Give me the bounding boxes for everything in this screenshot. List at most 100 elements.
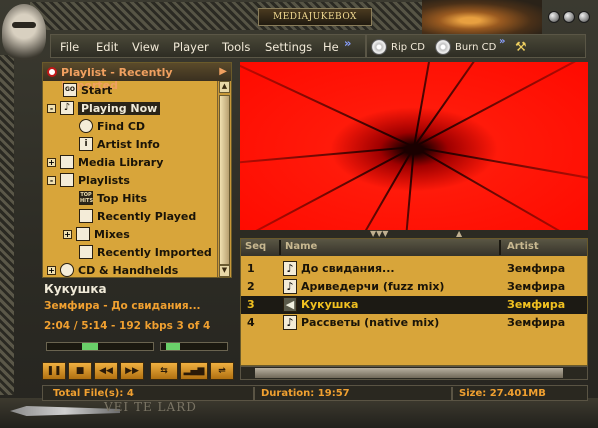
menu-player[interactable]: Player — [173, 40, 209, 54]
column-divider[interactable] — [279, 240, 281, 255]
status-size: Size: 27.401MB — [459, 388, 546, 399]
rip-cd-label: Rip CD — [391, 41, 425, 53]
shuffle-icon: ⇆ — [160, 366, 168, 376]
menu-more-chevron-icon[interactable]: » — [344, 36, 351, 50]
column-artist[interactable]: Artist — [507, 241, 539, 252]
scroll-up-arrow-icon[interactable]: ▲ — [219, 81, 230, 93]
tree-item-label: Start — [81, 83, 113, 97]
visualizer-streak — [413, 146, 588, 230]
close-button[interactable] — [578, 11, 590, 23]
menu-tools[interactable]: Tools — [222, 40, 250, 54]
next-icon: ▶▶ — [125, 366, 139, 376]
tree-item-start[interactable]: GO Start — [63, 81, 112, 99]
track-list-header: Seq Name Artist — [241, 239, 587, 256]
menu-edit[interactable]: Edit — [96, 40, 118, 54]
track-name: До свидания... — [301, 262, 395, 275]
track-name: Рассветы (native mix) — [301, 316, 440, 329]
transport-controls: ❚❚ ■ ◀◀ ▶▶ ⇆ ▂▄▆ ⇌ — [42, 362, 234, 380]
rip-cd-button[interactable]: Rip CD — [371, 37, 425, 57]
column-seq[interactable]: Seq — [245, 241, 266, 252]
tree-item-recently-played[interactable]: Recently Played — [79, 207, 196, 225]
skin-demon-artwork — [422, 0, 542, 34]
maximize-button[interactable] — [563, 11, 575, 23]
tree-scrollbar[interactable]: ▲ ▼ — [217, 81, 231, 277]
scrollbar-thumb[interactable] — [219, 95, 230, 265]
collapse-toggle[interactable]: - — [47, 175, 56, 185]
tree-item-media-library[interactable]: + Media Library — [47, 153, 163, 171]
splitter-up-arrow-icon[interactable]: ▲ — [456, 229, 462, 238]
status-bar: Total File(s): 4 Duration: 19:57 Size: 2… — [42, 385, 588, 401]
repeat-button[interactable]: ⇌ — [210, 362, 234, 380]
visualizer-splitter[interactable]: ▼▼▼ ▲ — [240, 229, 588, 238]
tree-item-label: Mixes — [94, 227, 130, 241]
track-row[interactable]: 2 ♪ Ариведерчи (fuzz mix) Земфира — [241, 278, 587, 296]
next-button[interactable]: ▶▶ — [120, 362, 144, 380]
tree-item-top-hits[interactable]: TOP HITS Top Hits — [79, 189, 147, 207]
tree-item-cd-handhelds[interactable]: + CD & Handhelds — [47, 261, 178, 277]
now-playing-time: 2:04 / 5:14 - 192 kbps 3 of 4 — [44, 320, 211, 332]
left-ornament — [0, 55, 14, 395]
tree-item-artist-info[interactable]: i Artist Info — [79, 135, 160, 153]
track-row[interactable]: 1 ♪ До свидания... Земфира — [241, 260, 587, 278]
status-divider — [451, 387, 453, 400]
volume-slider[interactable] — [160, 342, 228, 351]
tree-item-playing-now[interactable]: - ♪ Playing Now — [47, 99, 161, 117]
column-name[interactable]: Name — [285, 241, 317, 252]
equalizer-button[interactable]: ▂▄▆ — [180, 362, 208, 380]
previous-button[interactable]: ◀◀ — [94, 362, 118, 380]
equalizer-icon: ▂▄▆ — [183, 366, 205, 376]
visualizer-streak — [413, 146, 588, 194]
expand-toggle[interactable]: + — [63, 229, 72, 239]
minimize-button[interactable] — [548, 11, 560, 23]
playlists-icon — [60, 173, 74, 187]
track-list: Seq Name Artist 1 ♪ До свидания... Земфи… — [240, 238, 588, 366]
panel-header[interactable]: Playlist - Recently Imported ▶ — [43, 63, 231, 92]
volume-slider-thumb[interactable] — [166, 343, 180, 350]
visualizer-streak — [283, 146, 415, 230]
track-row-current[interactable]: 3 ◀ Кукушка Земфира — [241, 296, 587, 314]
tree-item-find-cd[interactable]: Find CD — [79, 117, 145, 135]
speaker-icon: ◀ — [283, 297, 297, 312]
navigation-panel: Playlist - Recently Imported ▶ GO Start … — [42, 62, 232, 278]
now-playing-icon: ♪ — [60, 101, 74, 115]
skin-avatar — [2, 4, 46, 60]
column-divider[interactable] — [499, 240, 501, 255]
previous-icon: ◀◀ — [99, 366, 113, 376]
repeat-icon: ⇌ — [218, 366, 226, 376]
tree-item-playlists[interactable]: - Playlists — [47, 171, 130, 189]
toolbar-more-chevron-icon[interactable]: » — [499, 36, 505, 47]
splitter-down-arrow-icon[interactable]: ▼▼▼ — [370, 229, 388, 238]
scrollbar-thumb[interactable] — [255, 368, 563, 378]
menu-help[interactable]: He — [323, 40, 339, 54]
menu-settings[interactable]: Settings — [265, 40, 312, 54]
track-list-scrollbar[interactable] — [240, 366, 588, 380]
menu-view[interactable]: View — [132, 40, 159, 54]
panel-arrow-icon[interactable]: ▶ — [219, 66, 227, 77]
burn-cd-button[interactable]: Burn CD — [435, 37, 496, 57]
tree-item-mixes[interactable]: + Mixes — [63, 225, 130, 243]
tree-item-label: Playing Now — [78, 101, 161, 115]
now-playing-title: Кукушка — [44, 282, 107, 296]
status-total-files: Total File(s): 4 — [53, 388, 134, 399]
pause-button[interactable]: ❚❚ — [42, 362, 66, 380]
tree-item-label: Recently Played — [97, 209, 197, 223]
seek-slider-thumb[interactable] — [82, 343, 98, 350]
track-artist: Земфира — [507, 280, 566, 293]
tools-icon: ⚒ — [515, 39, 527, 55]
tree-item-label: Media Library — [78, 155, 164, 169]
expand-toggle[interactable]: + — [47, 265, 56, 275]
menu-file[interactable]: File — [60, 40, 79, 54]
track-row[interactable]: 4 ♪ Рассветы (native mix) Земфира — [241, 314, 587, 332]
expand-toggle[interactable]: + — [47, 157, 56, 167]
record-icon — [47, 67, 57, 77]
visualizer[interactable] — [240, 62, 588, 230]
tree-item-recently-imported[interactable]: Recently Imported — [79, 243, 212, 261]
app-brand-title: MEDIAJUKEBOX — [258, 8, 372, 26]
shuffle-button[interactable]: ⇆ — [150, 362, 178, 380]
collapse-toggle[interactable]: - — [47, 103, 56, 113]
stop-button[interactable]: ■ — [68, 362, 92, 380]
scroll-down-arrow-icon[interactable]: ▼ — [219, 265, 230, 277]
music-note-icon: ♪ — [283, 261, 297, 276]
seek-slider[interactable] — [46, 342, 154, 351]
options-button[interactable]: ⚒ — [515, 37, 527, 57]
